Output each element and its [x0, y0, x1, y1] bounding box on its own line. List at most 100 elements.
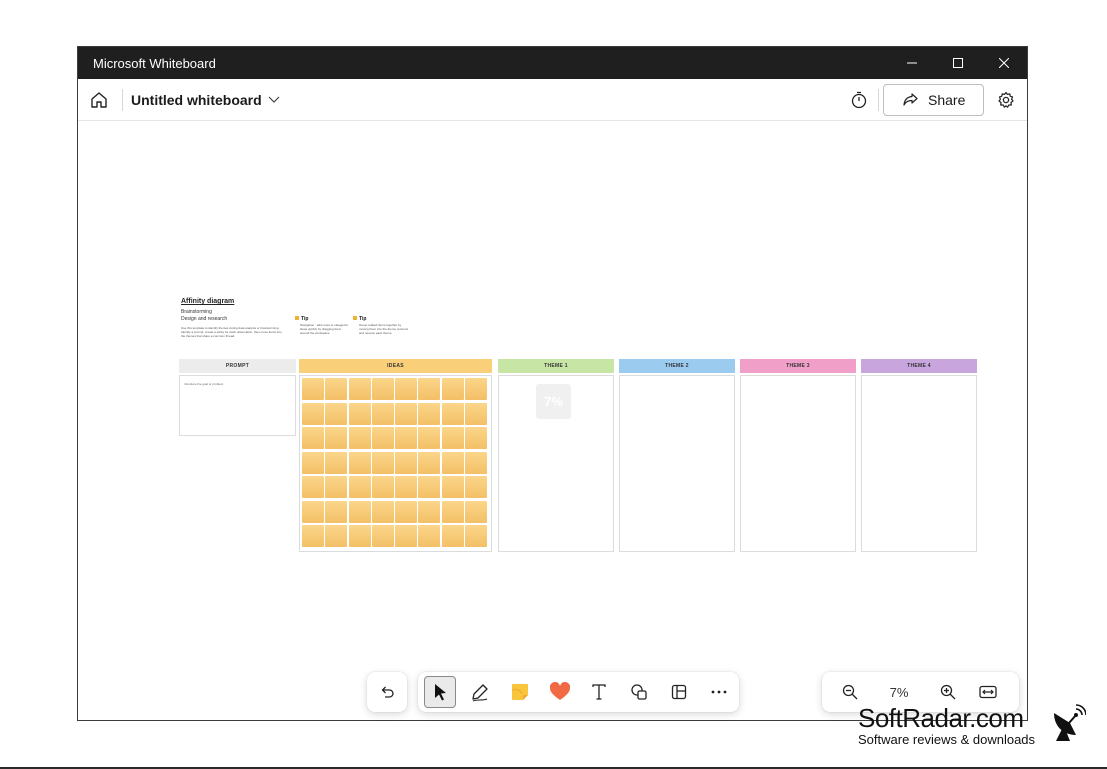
- minimize-button[interactable]: [889, 47, 935, 79]
- idea-sticky-note[interactable]: [302, 427, 324, 449]
- idea-sticky-note[interactable]: [371, 500, 394, 523]
- idea-sticky-note[interactable]: [348, 525, 371, 547]
- idea-sticky-note[interactable]: [418, 500, 441, 523]
- tip-label: Tip: [301, 316, 309, 322]
- idea-sticky-note[interactable]: [302, 476, 324, 498]
- column-body-5[interactable]: [740, 375, 856, 552]
- idea-sticky-note[interactable]: [418, 525, 441, 547]
- column-header-6: THEME 4: [861, 359, 977, 373]
- idea-sticky-note[interactable]: [302, 451, 324, 474]
- ideas-sticky-grid: [302, 378, 489, 547]
- tip-1-text: Navigation · add notes to categorize ide…: [300, 323, 349, 335]
- idea-sticky-note[interactable]: [441, 525, 464, 547]
- idea-sticky-note[interactable]: [325, 476, 348, 498]
- idea-sticky-note[interactable]: [395, 451, 418, 474]
- idea-sticky-note[interactable]: [418, 476, 441, 498]
- idea-sticky-note[interactable]: [465, 500, 488, 523]
- idea-sticky-note[interactable]: [371, 402, 394, 425]
- header-divider-2: [878, 88, 879, 111]
- idea-sticky-note[interactable]: [325, 525, 348, 547]
- zoom-level[interactable]: 7%: [870, 685, 928, 700]
- idea-sticky-note[interactable]: [441, 402, 464, 425]
- idea-sticky-note[interactable]: [302, 500, 324, 523]
- close-button[interactable]: [981, 47, 1027, 79]
- idea-sticky-note[interactable]: [465, 476, 488, 498]
- timer-icon: [851, 91, 867, 108]
- idea-sticky-note[interactable]: [395, 525, 418, 547]
- document-title-menu[interactable]: Untitled whiteboard: [131, 92, 280, 108]
- chevron-down-icon: [268, 96, 280, 103]
- column-body-4[interactable]: [619, 375, 735, 552]
- maximize-button[interactable]: [935, 47, 981, 79]
- idea-sticky-note[interactable]: [325, 378, 348, 400]
- pen-tool-button[interactable]: [460, 672, 500, 712]
- idea-sticky-note[interactable]: [325, 427, 348, 449]
- idea-sticky-note[interactable]: [395, 402, 418, 425]
- softradar-watermark: SoftRadar.com Software reviews & downloa…: [858, 703, 1086, 747]
- title-bar: Microsoft Whiteboard: [78, 47, 1027, 79]
- shapes-tool-button[interactable]: [619, 672, 659, 712]
- select-tool-button[interactable]: [424, 676, 456, 708]
- idea-sticky-note[interactable]: [441, 378, 464, 400]
- idea-sticky-note[interactable]: [325, 402, 348, 425]
- timer-button[interactable]: [844, 85, 874, 115]
- idea-sticky-note[interactable]: [371, 476, 394, 498]
- idea-sticky-note[interactable]: [441, 451, 464, 474]
- idea-sticky-note[interactable]: [348, 500, 371, 523]
- idea-sticky-note[interactable]: [325, 500, 348, 523]
- idea-sticky-note[interactable]: [348, 476, 371, 498]
- whiteboard-canvas[interactable]: Affinity diagram Brainstorming Design an…: [78, 121, 1027, 720]
- idea-sticky-note[interactable]: [441, 500, 464, 523]
- idea-sticky-note[interactable]: [465, 427, 488, 449]
- more-icon: [711, 690, 727, 694]
- idea-sticky-note[interactable]: [371, 427, 394, 449]
- idea-sticky-note[interactable]: [395, 427, 418, 449]
- idea-sticky-note[interactable]: [348, 402, 371, 425]
- tip-dot: [353, 316, 357, 320]
- idea-sticky-note[interactable]: [371, 378, 394, 400]
- gear-icon: [998, 91, 1014, 108]
- tip-2: Tip: [353, 316, 366, 322]
- idea-sticky-note[interactable]: [465, 402, 488, 425]
- idea-sticky-note[interactable]: [395, 476, 418, 498]
- maximize-icon: [953, 58, 963, 68]
- idea-sticky-note[interactable]: [418, 378, 441, 400]
- undo-button[interactable]: [367, 672, 407, 712]
- idea-sticky-note[interactable]: [302, 378, 324, 400]
- sticky-note-icon: [511, 684, 528, 700]
- settings-button[interactable]: [991, 85, 1021, 115]
- text-tool-button[interactable]: [580, 672, 620, 712]
- idea-sticky-note[interactable]: [418, 402, 441, 425]
- idea-sticky-note[interactable]: [348, 451, 371, 474]
- idea-sticky-note[interactable]: [465, 525, 488, 547]
- more-tools-button[interactable]: [699, 672, 739, 712]
- idea-sticky-note[interactable]: [348, 427, 371, 449]
- idea-sticky-note[interactable]: [418, 427, 441, 449]
- fit-to-screen-icon: [979, 685, 997, 699]
- idea-sticky-note[interactable]: [395, 500, 418, 523]
- idea-sticky-note[interactable]: [418, 451, 441, 474]
- watermark-subtitle: Software reviews & downloads: [858, 732, 1036, 747]
- tip-dot: [295, 316, 299, 320]
- idea-sticky-note[interactable]: [348, 378, 371, 400]
- sticky-note-tool-button[interactable]: [500, 672, 540, 712]
- idea-sticky-note[interactable]: [302, 525, 324, 547]
- ghost-sticky-note[interactable]: 7%: [536, 384, 571, 419]
- template-description: Use this template to identify themes dur…: [181, 326, 282, 338]
- idea-sticky-note[interactable]: [371, 451, 394, 474]
- idea-sticky-note[interactable]: [371, 525, 394, 547]
- satellite-dish-icon: [1054, 704, 1086, 741]
- reaction-tool-button[interactable]: [540, 672, 580, 712]
- share-button[interactable]: Share: [883, 83, 984, 116]
- idea-sticky-note[interactable]: [302, 402, 324, 425]
- column-body-6[interactable]: [861, 375, 977, 552]
- idea-sticky-note[interactable]: [465, 451, 488, 474]
- idea-sticky-note[interactable]: [441, 427, 464, 449]
- home-button[interactable]: [84, 85, 114, 115]
- idea-sticky-note[interactable]: [325, 451, 348, 474]
- idea-sticky-note[interactable]: [465, 378, 488, 400]
- templates-icon: [672, 684, 687, 700]
- idea-sticky-note[interactable]: [441, 476, 464, 498]
- idea-sticky-note[interactable]: [395, 378, 418, 400]
- templates-tool-button[interactable]: [659, 672, 699, 712]
